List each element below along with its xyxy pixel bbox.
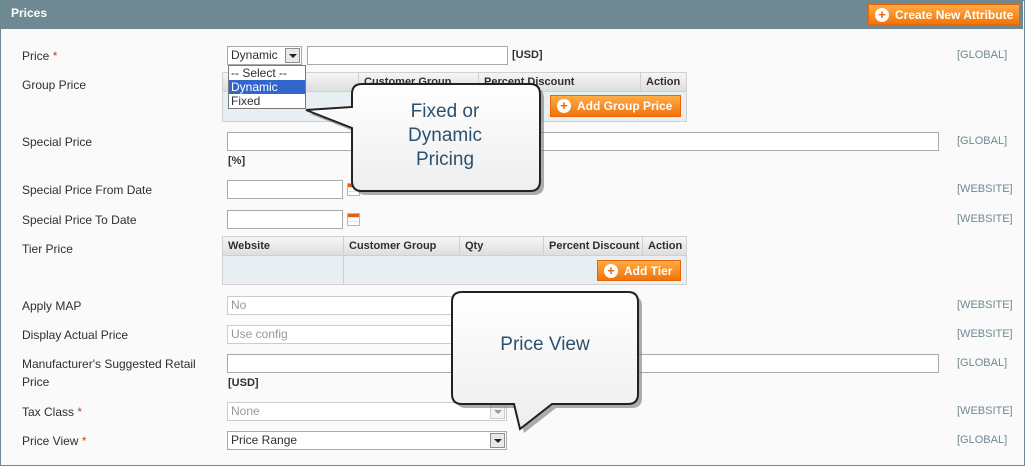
add-tier-label: Add Tier xyxy=(624,263,673,278)
chevron-down-icon xyxy=(285,48,300,63)
special-from-scope: [WEBSITE] xyxy=(957,183,1013,195)
special-to-input[interactable] xyxy=(227,210,343,229)
grid-divider xyxy=(343,256,344,285)
create-new-attribute-button[interactable]: + Create New Attribute xyxy=(868,4,1020,25)
msrp-label-line2: Price xyxy=(22,375,50,389)
dropdown-option-dynamic[interactable]: Dynamic xyxy=(229,80,305,94)
price-view-callout-text: Price View xyxy=(500,334,590,355)
special-to-label: Special Price To Date xyxy=(22,213,137,227)
pricing-callout-line2: Dynamic xyxy=(408,125,482,146)
tax-class-scope: [WEBSITE] xyxy=(957,405,1013,417)
tier-col-qty: Qty xyxy=(460,237,544,255)
msrp-currency: [USD] xyxy=(228,377,259,389)
pricing-callout-line1: Fixed or xyxy=(410,101,480,122)
msrp-label-line1: Manufacturer's Suggested Retail xyxy=(22,357,196,371)
price-view-callout-bubble xyxy=(451,291,642,433)
tier-col-customer-group: Customer Group xyxy=(344,237,460,255)
tier-col-website: Website xyxy=(223,237,344,255)
price-view-label: Price View * xyxy=(22,434,87,448)
tier-price-label: Tier Price xyxy=(22,242,73,256)
apply-map-value: No xyxy=(231,298,247,312)
tier-col-percent-discount: Percent Discount xyxy=(544,237,643,255)
dropdown-option-fixed[interactable]: Fixed xyxy=(229,94,305,108)
pricing-callout-text: Fixed or Dynamic Pricing xyxy=(356,100,534,172)
plus-icon: + xyxy=(557,99,571,113)
plus-icon: + xyxy=(875,7,889,22)
group-col-action: Action xyxy=(646,76,681,88)
tax-class-value: None xyxy=(231,404,260,418)
create-new-attribute-label: Create New Attribute xyxy=(895,7,1014,22)
add-group-price-label: Add Group Price xyxy=(577,99,673,113)
special-price-scope: [GLOBAL] xyxy=(957,135,1008,147)
dropdown-option-select[interactable]: -- Select -- xyxy=(229,66,305,80)
display-actual-price-label: Display Actual Price xyxy=(22,328,129,342)
price-view-value: Price Range xyxy=(231,433,298,447)
price-type-value: Dynamic xyxy=(231,48,278,62)
add-group-price-button[interactable]: + Add Group Price xyxy=(550,95,681,117)
price-label: Price * xyxy=(22,49,58,63)
special-price-unit: [%] xyxy=(228,155,246,167)
group-price-label: Group Price xyxy=(22,78,87,92)
special-to-scope: [WEBSITE] xyxy=(957,213,1013,225)
price-scope: [GLOBAL] xyxy=(957,49,1008,61)
price-type-select[interactable]: Dynamic xyxy=(227,46,302,65)
calendar-icon[interactable] xyxy=(347,213,360,226)
special-from-label: Special Price From Date xyxy=(22,183,153,197)
display-actual-price-value: Use config xyxy=(231,327,288,341)
display-actual-price-select[interactable]: Use config xyxy=(227,325,452,344)
tier-price-grid-header: Website Customer Group Qty Percent Disco… xyxy=(222,236,687,256)
price-currency: [USD] xyxy=(512,49,543,61)
price-type-dropdown-list[interactable]: -- Select -- Dynamic Fixed xyxy=(228,65,306,109)
section-title: Prices xyxy=(11,6,48,20)
tax-class-label: Tax Class * xyxy=(22,405,83,419)
apply-map-label: Apply MAP xyxy=(22,299,82,313)
plus-icon: + xyxy=(604,263,618,278)
special-price-label: Special Price xyxy=(22,135,93,149)
apply-map-scope: [WEBSITE] xyxy=(957,299,1013,311)
display-actual-price-scope: [WEBSITE] xyxy=(957,328,1013,340)
price-input[interactable] xyxy=(307,46,508,65)
apply-map-select[interactable]: No xyxy=(227,296,452,315)
pricing-callout-line3: Pricing xyxy=(415,149,475,170)
price-view-scope: [GLOBAL] xyxy=(957,434,1008,446)
add-tier-button[interactable]: + Add Tier xyxy=(597,260,681,281)
tier-col-action: Action xyxy=(648,240,683,252)
msrp-scope: [GLOBAL] xyxy=(957,357,1008,369)
